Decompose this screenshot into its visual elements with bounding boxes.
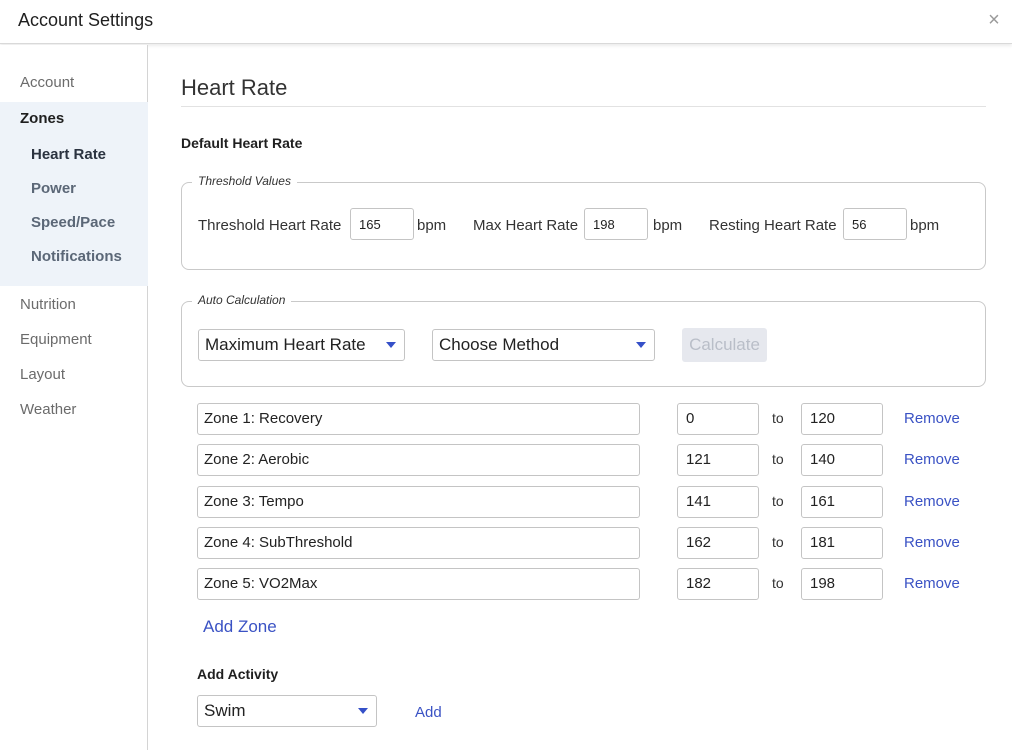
zone-row: Zone 2: Aerobic 121 to 140 Remove <box>149 444 1012 476</box>
chevron-down-icon <box>358 708 368 714</box>
resting-hr-input[interactable] <box>843 208 907 240</box>
zone-min-input[interactable]: 182 <box>677 568 759 600</box>
zone-max-input[interactable]: 198 <box>801 568 883 600</box>
remove-zone-link[interactable]: Remove <box>904 493 960 510</box>
remove-zone-link[interactable]: Remove <box>904 534 960 551</box>
title-divider <box>181 106 986 107</box>
threshold-hr-unit: bpm <box>417 217 447 234</box>
activity-select-value: Swim <box>204 701 246 720</box>
close-icon[interactable]: × <box>982 8 1006 32</box>
dialog-title: Account Settings <box>18 10 154 30</box>
zone-to-label: to <box>772 575 784 591</box>
zone-max-input[interactable]: 120 <box>801 403 883 435</box>
threshold-hr-label: Threshold Heart Rate <box>198 217 342 234</box>
sidebar-item-nutrition[interactable]: Nutrition <box>20 296 76 313</box>
dialog-header: Account Settings × <box>0 0 1012 44</box>
sidebar: Account Zones Heart Rate Power Speed/Pac… <box>0 45 148 750</box>
resting-hr-unit: bpm <box>910 217 940 234</box>
zone-max-input[interactable]: 161 <box>801 486 883 518</box>
calculation-basis-value: Maximum Heart Rate <box>205 335 366 354</box>
zone-min-input[interactable]: 162 <box>677 527 759 559</box>
sidebar-item-power[interactable]: Power <box>31 180 76 197</box>
zone-name-input[interactable]: Zone 2: Aerobic <box>197 444 640 476</box>
sidebar-item-notifications[interactable]: Notifications <box>31 248 122 265</box>
sidebar-item-zones[interactable]: Zones <box>20 110 64 127</box>
zone-name-input[interactable]: Zone 3: Tempo <box>197 486 640 518</box>
zone-name-input[interactable]: Zone 4: SubThreshold <box>197 527 640 559</box>
zone-max-input[interactable]: 140 <box>801 444 883 476</box>
threshold-values-legend: Threshold Values <box>192 174 297 188</box>
threshold-hr-input[interactable] <box>350 208 414 240</box>
add-activity-title: Add Activity <box>197 666 279 682</box>
calculate-button[interactable]: Calculate <box>682 328 767 362</box>
auto-calculation-legend: Auto Calculation <box>192 293 292 307</box>
zone-row: Zone 4: SubThreshold 162 to 181 Remove <box>149 527 1012 559</box>
calculation-method-select[interactable]: Choose Method <box>432 329 655 361</box>
main-content: Heart Rate Default Heart Rate Threshold … <box>149 45 1012 750</box>
activity-select[interactable]: Swim <box>197 695 377 727</box>
zone-row: Zone 3: Tempo 141 to 161 Remove <box>149 486 1012 518</box>
chevron-down-icon <box>386 342 396 348</box>
add-zone-link[interactable]: Add Zone <box>203 617 277 637</box>
zone-min-input[interactable]: 141 <box>677 486 759 518</box>
section-title: Default Heart Rate <box>181 135 303 151</box>
page-title: Heart Rate <box>181 75 288 100</box>
calculation-method-value: Choose Method <box>439 335 560 354</box>
add-activity-link[interactable]: Add <box>415 704 442 721</box>
sidebar-item-layout[interactable]: Layout <box>20 366 65 383</box>
max-hr-input[interactable] <box>584 208 648 240</box>
remove-zone-link[interactable]: Remove <box>904 575 960 592</box>
zone-name-input[interactable]: Zone 1: Recovery <box>197 403 640 435</box>
remove-zone-link[interactable]: Remove <box>904 451 960 468</box>
chevron-down-icon <box>636 342 646 348</box>
remove-zone-link[interactable]: Remove <box>904 410 960 427</box>
sidebar-item-speed-pace[interactable]: Speed/Pace <box>31 214 115 231</box>
sidebar-item-weather[interactable]: Weather <box>20 401 76 418</box>
max-hr-label: Max Heart Rate <box>473 217 579 234</box>
zone-to-label: to <box>772 493 784 509</box>
zone-to-label: to <box>772 410 784 426</box>
zone-to-label: to <box>772 534 784 550</box>
max-hr-unit: bpm <box>653 217 683 234</box>
zone-min-input[interactable]: 0 <box>677 403 759 435</box>
sidebar-item-heart-rate[interactable]: Heart Rate <box>31 146 106 163</box>
calculation-basis-select[interactable]: Maximum Heart Rate <box>198 329 405 361</box>
zone-min-input[interactable]: 121 <box>677 444 759 476</box>
resting-hr-label: Resting Heart Rate <box>709 217 837 234</box>
sidebar-item-account[interactable]: Account <box>20 74 74 91</box>
zone-to-label: to <box>772 451 784 467</box>
zone-row: Zone 5: VO2Max 182 to 198 Remove <box>149 568 1012 600</box>
zone-name-input[interactable]: Zone 5: VO2Max <box>197 568 640 600</box>
zone-max-input[interactable]: 181 <box>801 527 883 559</box>
sidebar-item-equipment[interactable]: Equipment <box>20 331 92 348</box>
sidebar-zones-group: Zones Heart Rate Power Speed/Pace Notifi… <box>0 102 148 286</box>
zone-row: Zone 1: Recovery 0 to 120 Remove <box>149 403 1012 435</box>
